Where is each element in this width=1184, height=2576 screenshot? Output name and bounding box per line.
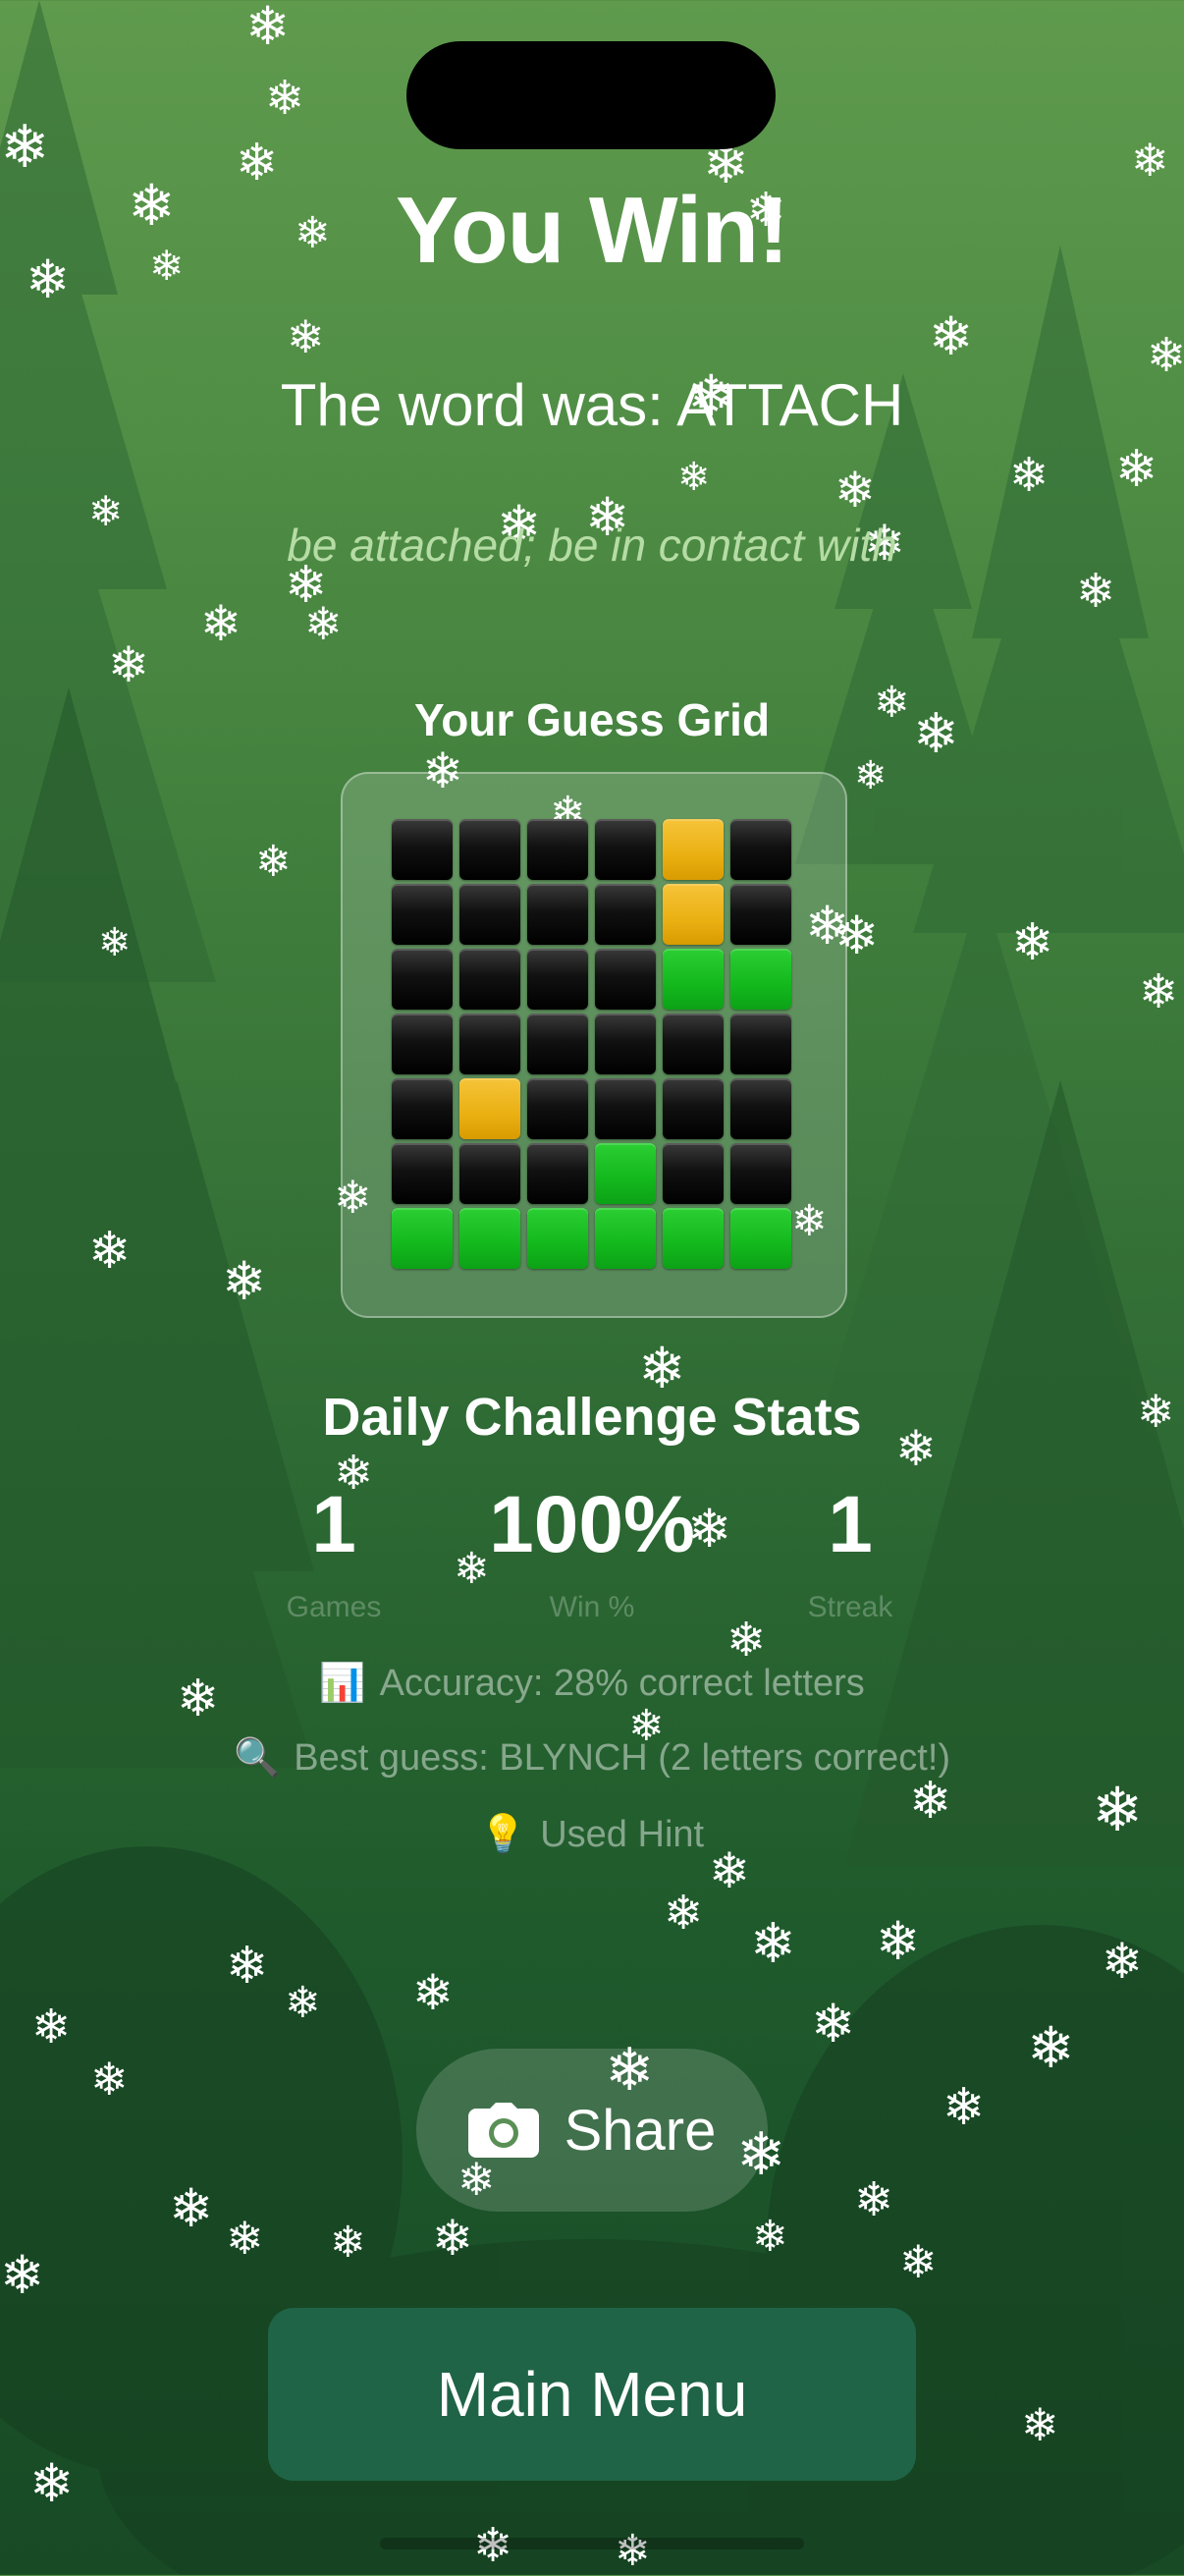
grid-cell-absent xyxy=(730,1143,791,1204)
grid-cell-present xyxy=(663,884,724,945)
grid-cell-correct xyxy=(392,1208,453,1269)
grid-cell-present xyxy=(459,1078,520,1139)
grid-cell-absent xyxy=(527,1078,588,1139)
best-guess-text: Best guess: BLYNCH (2 letters correct!) xyxy=(294,1737,951,1779)
stat-label: Streak xyxy=(807,1591,893,1623)
grid-cell-correct xyxy=(663,1208,724,1269)
guess-grid xyxy=(392,819,791,1269)
grid-cell-absent xyxy=(459,949,520,1010)
grid-cell-correct xyxy=(595,1143,656,1204)
bar-chart-icon: 📊 xyxy=(319,1663,366,1704)
grid-cell-absent xyxy=(527,819,588,880)
grid-cell-absent xyxy=(392,1143,453,1204)
grid-cell-absent xyxy=(730,819,791,880)
stat-streak: 1 Streak xyxy=(703,1485,997,1624)
stat-games: 1 Games xyxy=(187,1485,481,1624)
grid-cell-absent xyxy=(392,819,453,880)
win-screen: You Win! The word was: ATTACH be attache… xyxy=(0,0,1184,2575)
page-title: You Win! xyxy=(396,178,789,283)
main-menu-button[interactable]: Main Menu xyxy=(268,2308,916,2481)
grid-cell-absent xyxy=(459,884,520,945)
stat-value: 100% xyxy=(489,1480,695,1569)
best-guess-info: 🔍 Best guess: BLYNCH (2 letters correct!) xyxy=(0,1736,1184,1780)
answer-word-line: The word was: ATTACH xyxy=(280,372,904,438)
grid-cell-correct xyxy=(730,1208,791,1269)
grid-cell-absent xyxy=(663,1078,724,1139)
stat-win-percent: 100% Win % xyxy=(445,1485,739,1624)
stat-value: 1 xyxy=(311,1480,356,1569)
grid-cell-absent xyxy=(730,1014,791,1074)
grid-cell-absent xyxy=(392,1014,453,1074)
grid-cell-absent xyxy=(595,884,656,945)
guess-grid-panel xyxy=(341,772,847,1318)
grid-cell-correct xyxy=(663,949,724,1010)
camera-icon xyxy=(467,2103,539,2158)
grid-cell-correct xyxy=(527,1208,588,1269)
grid-cell-absent xyxy=(527,949,588,1010)
grid-cell-correct xyxy=(730,949,791,1010)
accuracy-text: Accuracy: 28% correct letters xyxy=(379,1663,865,1704)
grid-cell-absent xyxy=(595,1078,656,1139)
grid-cell-absent xyxy=(459,1143,520,1204)
grid-cell-absent xyxy=(595,1014,656,1074)
dynamic-island xyxy=(406,41,776,149)
grid-cell-present xyxy=(663,819,724,880)
grid-cell-absent xyxy=(392,1078,453,1139)
grid-cell-absent xyxy=(527,1143,588,1204)
share-label: Share xyxy=(564,2098,717,2163)
grid-cell-correct xyxy=(459,1208,520,1269)
guess-grid-title: Your Guess Grid xyxy=(413,694,771,745)
stat-label: Win % xyxy=(549,1591,635,1623)
stats-title: Daily Challenge Stats xyxy=(322,1388,862,1447)
share-button[interactable]: Share xyxy=(416,2049,768,2212)
accuracy-info: 📊 Accuracy: 28% correct letters xyxy=(0,1662,1184,1705)
grid-cell-absent xyxy=(663,1143,724,1204)
grid-cell-absent xyxy=(527,884,588,945)
word-definition: be attached; be in contact with xyxy=(287,520,897,571)
grid-cell-absent xyxy=(595,949,656,1010)
stat-value: 1 xyxy=(828,1480,873,1569)
magnifying-glass-icon: 🔍 xyxy=(233,1737,281,1779)
grid-cell-absent xyxy=(730,884,791,945)
main-menu-label: Main Menu xyxy=(436,2359,748,2430)
grid-cell-correct xyxy=(595,1208,656,1269)
grid-cell-absent xyxy=(459,819,520,880)
grid-cell-absent xyxy=(527,1014,588,1074)
hint-info: 💡 Used Hint xyxy=(0,1813,1184,1856)
home-indicator[interactable] xyxy=(380,2538,804,2549)
grid-cell-absent xyxy=(730,1078,791,1139)
grid-cell-absent xyxy=(663,1014,724,1074)
grid-cell-absent xyxy=(459,1014,520,1074)
grid-cell-absent xyxy=(392,949,453,1010)
stat-label: Games xyxy=(286,1591,382,1623)
light-bulb-icon: 💡 xyxy=(479,1814,527,1855)
hint-text: Used Hint xyxy=(540,1814,705,1855)
grid-cell-absent xyxy=(392,884,453,945)
grid-cell-absent xyxy=(595,819,656,880)
